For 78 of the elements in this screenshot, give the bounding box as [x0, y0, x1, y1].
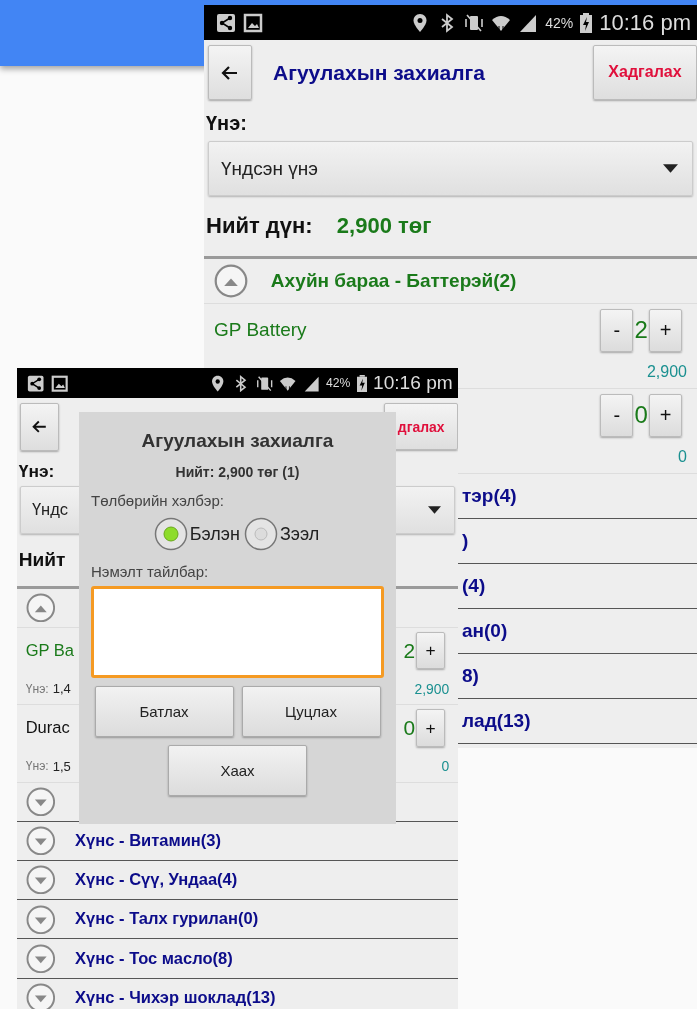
- quantity-value: 0: [634, 401, 648, 429]
- triangle-down-icon[interactable]: [25, 865, 56, 896]
- product-name: GP Battery: [214, 319, 307, 341]
- group-title[interactable]: Хүнс - Сүү, Ундаа(4): [75, 870, 238, 891]
- product-name: Durac: [25, 718, 70, 739]
- total-value: 2,900 төг: [336, 213, 432, 239]
- group-title[interactable]: 8): [462, 665, 479, 687]
- back-button[interactable]: [208, 45, 252, 100]
- payment-label: Төлбөрийн хэлбэр:: [91, 492, 224, 509]
- note-field[interactable]: [91, 586, 384, 678]
- price-dropdown[interactable]: Үндсэн үнэ: [208, 141, 693, 196]
- increment-button[interactable]: +: [416, 631, 445, 670]
- triangle-down-icon[interactable]: [25, 982, 56, 1009]
- vibrate-off-icon: [464, 12, 485, 33]
- group-title[interactable]: лад(13): [462, 710, 531, 732]
- unit-price: 1,5: [52, 758, 71, 774]
- line-amount: 2,900: [414, 680, 450, 697]
- group-title[interactable]: Хүнс - Витамин(3): [75, 831, 222, 852]
- triangle-down-icon[interactable]: [25, 826, 56, 856]
- triangle-down-icon[interactable]: [25, 943, 56, 974]
- increment-button[interactable]: +: [649, 393, 682, 437]
- dialog-title: Агуулахын захиалга: [140, 430, 335, 452]
- signal-icon: [302, 374, 320, 392]
- price-caption: Үнэ:: [25, 681, 49, 696]
- dialog-button[interactable]: Батлах: [94, 686, 234, 737]
- line-amount: 0: [441, 758, 450, 775]
- battery-charging-icon: [580, 12, 593, 33]
- quantity-value: 2: [403, 638, 416, 663]
- triangle-down-icon[interactable]: [25, 904, 56, 935]
- share-icon: [27, 374, 45, 392]
- price-label: Үнэ:: [17, 460, 55, 481]
- status-time: 10:16 pm: [599, 9, 691, 36]
- radio-label: Бэлэн: [189, 523, 240, 545]
- group-title[interactable]: (4): [462, 575, 486, 597]
- triangle-down-icon[interactable]: [25, 787, 56, 817]
- close-button[interactable]: Хаах: [168, 745, 307, 796]
- group-title[interactable]: Хүнс - Тос масло(8): [75, 948, 233, 969]
- quantity-value: 0: [403, 716, 416, 741]
- quantity-value: 2: [634, 316, 648, 344]
- group-title[interactable]: тэр(4): [462, 485, 517, 507]
- group-title[interactable]: Хүнс - Талх гурилан(0): [75, 909, 259, 930]
- dialog-button[interactable]: Цуцлах: [241, 686, 381, 737]
- image-icon: [50, 374, 69, 392]
- status-time: 10:16 pm: [373, 372, 453, 395]
- decrement-button[interactable]: -: [600, 393, 634, 437]
- group-title[interactable]: Ахуйн бараа - Баттерэй(2): [270, 270, 517, 292]
- back-button[interactable]: [20, 402, 59, 451]
- group-title[interactable]: Хүнс - Чихэр шоклад(13): [75, 987, 276, 1008]
- vibrate-off-icon: [255, 374, 274, 392]
- share-icon: [216, 12, 236, 33]
- unit-price: 1,4: [52, 681, 71, 697]
- screen-title: Агуулахын захиалга: [273, 60, 486, 85]
- radio-button[interactable]: [153, 517, 188, 551]
- total-label: Нийт: [18, 549, 66, 572]
- decrement-button[interactable]: -: [600, 308, 634, 352]
- note-label: Нэмэлт тайлбар:: [91, 563, 209, 580]
- battery-percent: 42%: [326, 376, 351, 391]
- dropdown-arrow-icon: [663, 164, 678, 173]
- dropdown-arrow-icon: [428, 506, 442, 515]
- radio-label: Зээл: [279, 523, 320, 545]
- increment-button[interactable]: +: [649, 308, 682, 352]
- group-title[interactable]: ): [462, 530, 469, 552]
- image-icon: [243, 12, 263, 33]
- battery-percent: 42%: [545, 14, 574, 31]
- triangle-up-icon[interactable]: [214, 264, 248, 298]
- price-caption: Үнэ:: [25, 759, 49, 774]
- battery-charging-icon: [356, 374, 367, 392]
- group-title[interactable]: ан(0): [462, 620, 508, 642]
- price-label: Үнэ:: [205, 111, 247, 134]
- radio-button[interactable]: [243, 517, 278, 551]
- triangle-up-icon[interactable]: [25, 593, 56, 623]
- order-total: Нийт: 2,900 төг (1): [175, 464, 300, 480]
- line-amount: 0: [678, 448, 687, 466]
- product-name: GP Ba: [25, 640, 75, 661]
- save-button[interactable]: Хадгалах: [592, 45, 697, 100]
- increment-button[interactable]: +: [416, 709, 445, 747]
- line-amount: 2,900: [646, 363, 687, 381]
- total-label: Нийт дүн:: [206, 213, 313, 239]
